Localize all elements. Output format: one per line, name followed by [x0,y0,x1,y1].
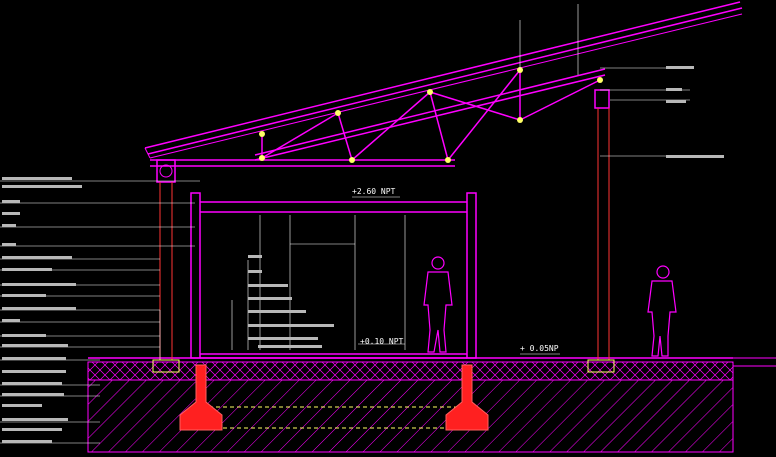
level-marks [352,196,560,355]
right-support [594,89,610,109]
level-label-ceiling: +2.60 NPT [352,187,396,196]
human-figure-exterior [647,265,677,357]
columns [159,108,610,360]
soil-section [87,357,776,453]
cad-section-drawing: +2.60 NPT +0.10 NPT + 0.05NP [0,1,776,453]
level-label-floor: +0.10 NPT [360,337,404,346]
room-structure [190,192,477,359]
annotation-bars-left [2,177,82,443]
roof-truss [150,68,606,167]
annotation-bars-room [248,255,334,348]
left-support [156,159,176,183]
room-interior-lines [259,215,406,350]
human-figure-interior [423,256,453,353]
roof-panel [144,1,743,159]
annotation-bars-right [666,66,724,158]
level-label-exterior: + 0.05NP [520,344,559,353]
